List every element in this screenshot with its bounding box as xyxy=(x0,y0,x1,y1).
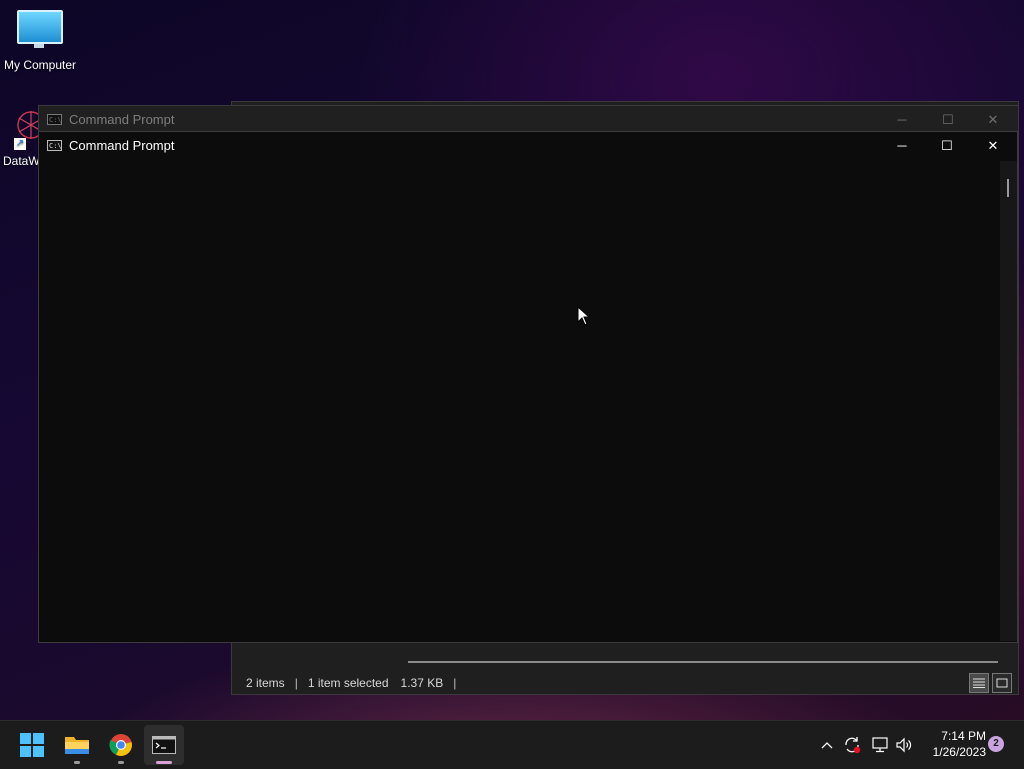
large-icons-view-button[interactable] xyxy=(992,673,1012,693)
chrome-icon xyxy=(109,734,132,756)
clock-time: 7:14 PM xyxy=(941,729,986,743)
command-prompt-window[interactable]: C:\ Command Prompt ─ ☐ ✕ xyxy=(38,131,1018,643)
maximize-button[interactable]: ☐ xyxy=(924,132,970,159)
speaker-icon xyxy=(896,737,912,753)
title-bar[interactable]: C:\ Command Prompt xyxy=(39,132,1017,159)
view-toggle xyxy=(969,673,1012,693)
taskbar-file-explorer[interactable] xyxy=(57,725,97,765)
network-button[interactable] xyxy=(868,721,892,769)
window-title: Command Prompt xyxy=(69,138,175,153)
running-indicator xyxy=(74,761,80,764)
shortcut-arrow-icon: ↗ xyxy=(14,138,26,150)
sync-icon xyxy=(845,737,861,754)
cmd-icon: C:\ xyxy=(47,114,62,125)
status-selection: 1 item selected xyxy=(307,676,389,690)
windows-start-icon xyxy=(20,733,44,757)
desktop-icon-dataw[interactable]: ↗ DataW xyxy=(0,108,45,168)
computer-icon xyxy=(17,10,63,48)
minimize-button[interactable]: ─ xyxy=(879,132,925,159)
close-button[interactable]: ✕ xyxy=(970,132,1016,159)
status-separator: | xyxy=(294,676,298,690)
taskbar-command-prompt[interactable] xyxy=(144,725,184,765)
clock[interactable]: 7:14 PM 1/26/2023 xyxy=(922,728,986,760)
active-indicator xyxy=(156,761,172,764)
cmd-icon: C:\ xyxy=(47,140,62,151)
maximize-button[interactable]: ☐ xyxy=(925,106,971,133)
terminal-icon xyxy=(152,736,176,754)
minimize-button[interactable]: ─ xyxy=(879,106,925,133)
running-indicator xyxy=(118,761,124,764)
horizontal-scrollbar[interactable] xyxy=(408,661,998,663)
taskbar: 7:14 PM 1/26/2023 xyxy=(0,720,1024,769)
scrollbar-thumb[interactable] xyxy=(1007,179,1009,197)
taskbar-chrome[interactable] xyxy=(101,725,141,765)
status-size: 1.37 KB xyxy=(400,676,444,690)
desktop-icon-label: DataW xyxy=(3,154,40,168)
details-view-icon xyxy=(973,678,985,688)
start-button[interactable] xyxy=(12,725,52,765)
console-output-area[interactable] xyxy=(39,161,1000,641)
volume-button[interactable] xyxy=(892,721,916,769)
status-bar: 2 items | 1 item selected 1.37 KB | xyxy=(232,672,1018,694)
chevron-up-icon xyxy=(821,742,833,749)
status-separator: | xyxy=(453,676,457,690)
desktop-icon-my-computer[interactable]: My Computer xyxy=(2,10,78,72)
status-item-count: 2 items xyxy=(246,676,285,690)
sync-status-button[interactable] xyxy=(840,721,864,769)
network-icon xyxy=(872,737,888,753)
file-explorer-icon xyxy=(65,737,89,754)
window-title: Command Prompt xyxy=(69,112,175,127)
large-icons-view-icon xyxy=(996,678,1008,688)
notification-badge[interactable]: 2 xyxy=(988,736,1004,752)
command-prompt-window-inactive[interactable]: C:\ Command Prompt ─ ☐ ✕ xyxy=(38,105,1019,134)
clock-date: 1/26/2023 xyxy=(932,745,986,759)
show-hidden-icons-button[interactable] xyxy=(816,721,838,769)
desktop-icon-label: My Computer xyxy=(3,58,77,72)
vertical-scrollbar[interactable] xyxy=(1000,161,1017,641)
close-button[interactable]: ✕ xyxy=(970,106,1016,133)
title-bar[interactable]: C:\ Command Prompt xyxy=(39,106,1018,133)
details-view-button[interactable] xyxy=(969,673,989,693)
